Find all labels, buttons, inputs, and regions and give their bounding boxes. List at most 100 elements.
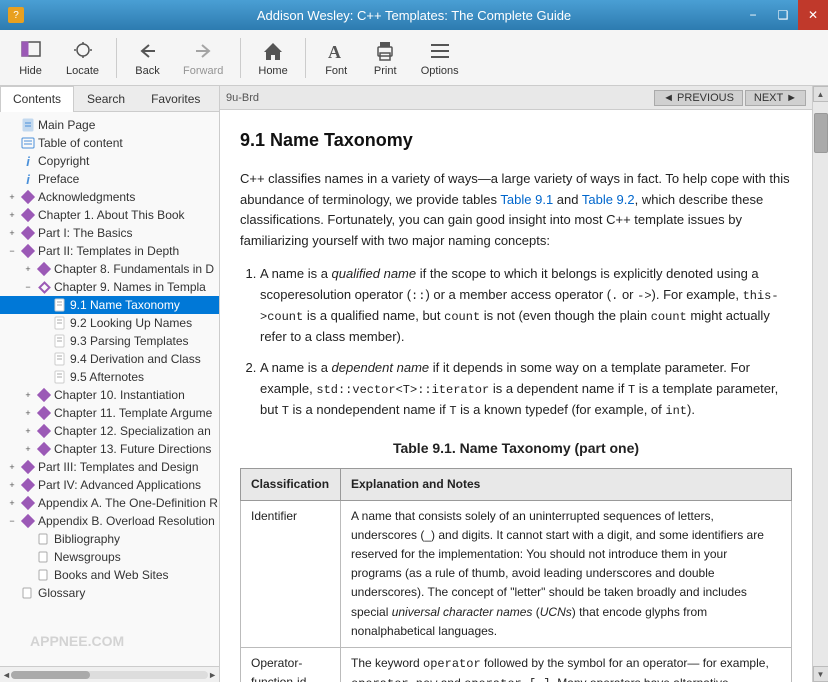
forward-label: Forward [183,65,223,77]
nav-path: 9u-Brd [226,92,654,104]
tree-label: Appendix A. The One-Definition R [38,496,218,510]
prev-button[interactable]: ◄ PREVIOUS [654,90,743,106]
window-controls: − ❑ ✕ [738,0,828,30]
diamond-icon [20,226,36,240]
sidebar-tabs: Contents Search Favorites [0,86,219,112]
table-title: Table 9.1. Name Taxonomy (part one) [240,437,792,459]
tree-label: 9.3 Parsing Templates [70,334,189,348]
scroll-up-button[interactable]: ▲ [813,86,828,102]
expander: + [4,498,20,508]
tree-item-part2[interactable]: − Part II: Templates in Depth [0,242,219,260]
expander: + [4,480,20,490]
tree-label: Chapter 10. Instantiation [54,388,185,402]
tree-item-appendix-a[interactable]: + Appendix A. The One-Definition R [0,494,219,512]
main-area: Contents Search Favorites Main Page Tabl… [0,86,828,682]
horizontal-scrollbar[interactable]: ◄ ► [0,666,219,682]
cell-explanation-operator: The keyword operator followed by the sym… [341,648,792,682]
minimize-button[interactable]: − [738,0,768,30]
options-button[interactable]: Options [412,34,468,82]
tree-label: Part II: Templates in Depth [38,244,179,258]
cell-explanation-identifier: A name that consists solely of an uninte… [341,500,792,647]
expander: + [20,426,36,436]
font-button[interactable]: A Font [314,34,359,82]
naming-concepts-list: A name is a qualified name if the scope … [260,264,792,421]
tree-item-ch8[interactable]: + Chapter 8. Fundamentals in D [0,260,219,278]
tab-favorites[interactable]: Favorites [138,86,213,111]
tree-item-main-page[interactable]: Main Page [0,116,219,134]
expander: + [20,390,36,400]
cell-class-operator: Operator-function-id [241,648,341,682]
close-button[interactable]: ✕ [798,0,828,30]
doc-icon [52,370,68,384]
tree-item-ch9-2[interactable]: 9.2 Looking Up Names [0,314,219,332]
locate-button[interactable]: Locate [57,34,108,82]
tree-item-ch9-3[interactable]: 9.3 Parsing Templates [0,332,219,350]
expander: − [4,516,20,526]
tree-item-ch13[interactable]: + Chapter 13. Future Directions [0,440,219,458]
tree-label: Appendix B. Overload Resolution [38,514,215,528]
scroll-right-btn[interactable]: ► [208,670,217,680]
back-label: Back [135,65,159,77]
hide-button[interactable]: Hide [8,34,53,82]
diamond-icon [20,190,36,204]
tree-item-acknowledgments[interactable]: + Acknowledgments [0,188,219,206]
restore-button[interactable]: ❑ [768,0,798,30]
tree-item-part3[interactable]: + Part III: Templates and Design [0,458,219,476]
options-label: Options [421,65,459,77]
tree-label: Newsgroups [54,550,121,564]
locate-label: Locate [66,65,99,77]
tree-item-ch9-1[interactable]: 9.1 Name Taxonomy [0,296,219,314]
left-panel: Contents Search Favorites Main Page Tabl… [0,86,220,682]
tree-item-preface[interactable]: i Preface [0,170,219,188]
print-icon [373,39,397,63]
tree-item-appendix-b[interactable]: − Appendix B. Overload Resolution [0,512,219,530]
tree-item-copyright[interactable]: i Copyright [0,152,219,170]
tree-item-part1[interactable]: + Part I: The Basics [0,224,219,242]
font-icon: A [324,39,348,63]
table-row: Identifier A name that consists solely o… [241,500,792,647]
home-button[interactable]: Home [249,34,296,82]
doc-icon [52,334,68,348]
expander: + [20,444,36,454]
table92-link[interactable]: Table 9.2 [582,192,635,207]
tree-item-ch9-4[interactable]: 9.4 Derivation and Class [0,350,219,368]
tree-item-newsgroups[interactable]: Newsgroups [0,548,219,566]
scroll-left-btn[interactable]: ◄ [2,670,11,680]
forward-icon [191,39,215,63]
tree-item-ch12[interactable]: + Chapter 12. Specialization an [0,422,219,440]
tab-search[interactable]: Search [74,86,138,111]
tab-contents[interactable]: Contents [0,86,74,112]
tree-item-toc[interactable]: Table of content [0,134,219,152]
tree-label: Books and Web Sites [54,568,169,582]
back-icon [136,39,160,63]
tree-item-part4[interactable]: + Part IV: Advanced Applications [0,476,219,494]
tree-item-books[interactable]: Books and Web Sites [0,566,219,584]
print-button[interactable]: Print [363,34,408,82]
scroll-track [813,102,828,666]
forward-button[interactable]: Forward [174,34,232,82]
tree-item-ch9-5[interactable]: 9.5 Afternotes [0,368,219,386]
vertical-scrollbar: ▲ ▼ [812,86,828,682]
right-side: 9u-Brd ◄ PREVIOUS NEXT ► 9.1 Name Taxono… [220,86,828,682]
tree-item-ch-about[interactable]: + Chapter 1. About This Book [0,206,219,224]
diamond-icon [20,514,36,528]
table-row: Operator-function-id The keyword operato… [241,648,792,682]
tree-item-ch10[interactable]: + Chapter 10. Instantiation [0,386,219,404]
scroll-down-button[interactable]: ▼ [813,666,828,682]
scroll-thumb [814,113,828,153]
tree-item-glossary[interactable]: Glossary [0,584,219,602]
next-button[interactable]: NEXT ► [745,90,806,106]
tree-item-bibliography[interactable]: Bibliography [0,530,219,548]
info-icon: i [20,154,36,168]
doc-small-icon [36,550,52,564]
doc-icon [52,352,68,366]
toolbar: Hide Locate Back Forward Home A Font [0,30,828,86]
table91-link[interactable]: Table 9.1 [500,192,553,207]
diamond-icon [36,442,52,456]
back-button[interactable]: Back [125,34,170,82]
doc-small-icon [36,568,52,582]
tree-item-ch9[interactable]: − Chapter 9. Names in Templa [0,278,219,296]
tree-item-ch11[interactable]: + Chapter 11. Template Argume [0,404,219,422]
content-heading: 9.1 Name Taxonomy [240,126,792,155]
expander: + [4,210,20,220]
